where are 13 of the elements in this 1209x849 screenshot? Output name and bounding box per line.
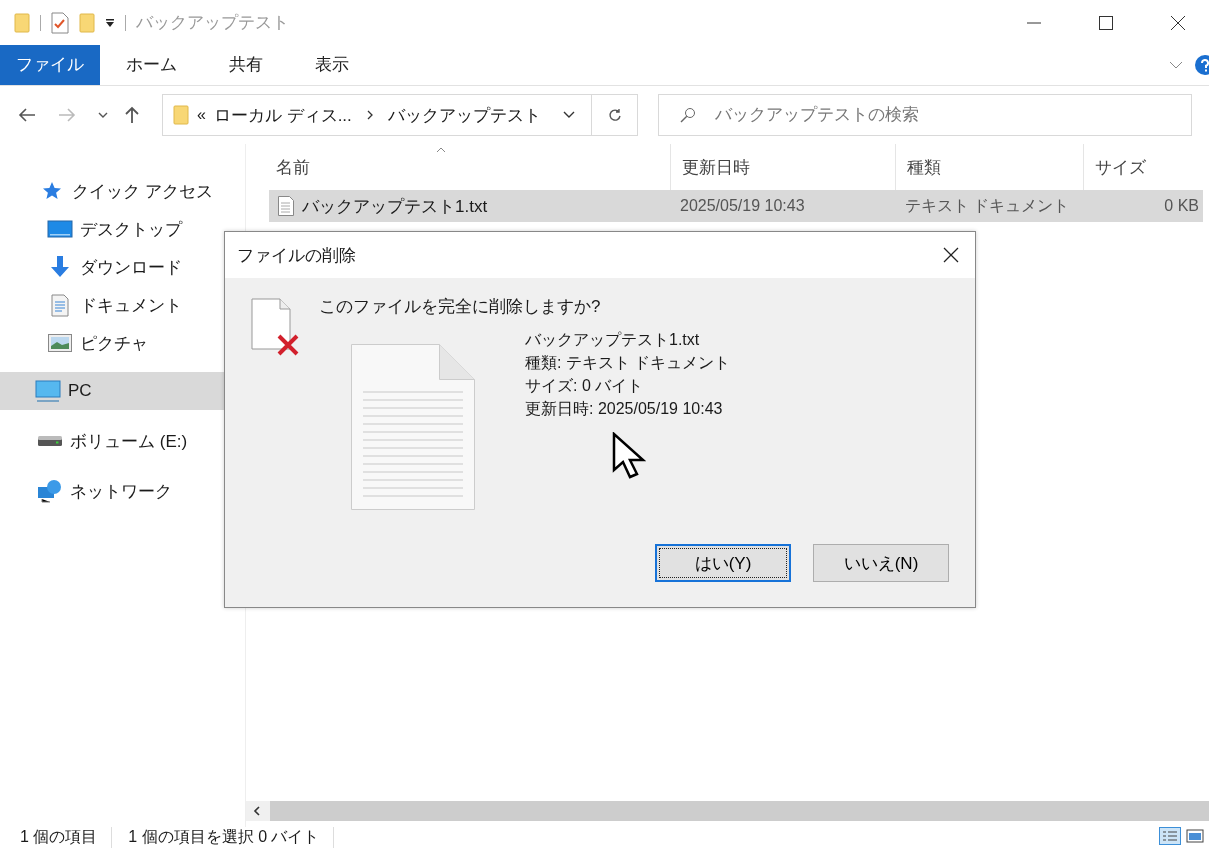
table-cell-text: テキスト ドキュメント bbox=[904, 195, 1071, 216]
table-cell-text: 0 KB bbox=[1163, 196, 1200, 216]
dialog-title: ファイルの削除 bbox=[237, 244, 356, 267]
window-title: バックアップテスト bbox=[136, 12, 289, 34]
file-detail: サイズ: 0 バイト bbox=[525, 376, 645, 396]
status-text: 1 個の項目を選択 0 バイト bbox=[128, 827, 335, 848]
file-name: バックアップテスト1.txt bbox=[302, 195, 488, 218]
file-name: バックアップテスト1.txt bbox=[525, 330, 701, 350]
status-text: 1 個の項目 bbox=[20, 827, 113, 848]
file-detail: 更新日時: 2025/05/19 10:43 bbox=[525, 399, 724, 419]
table-cell-text: 2025/05/19 10:43 bbox=[679, 196, 806, 216]
file-detail: 種類: テキスト ドキュメント bbox=[525, 353, 731, 373]
dialog-question: このファイルを完全に削除しますか? bbox=[319, 296, 601, 318]
